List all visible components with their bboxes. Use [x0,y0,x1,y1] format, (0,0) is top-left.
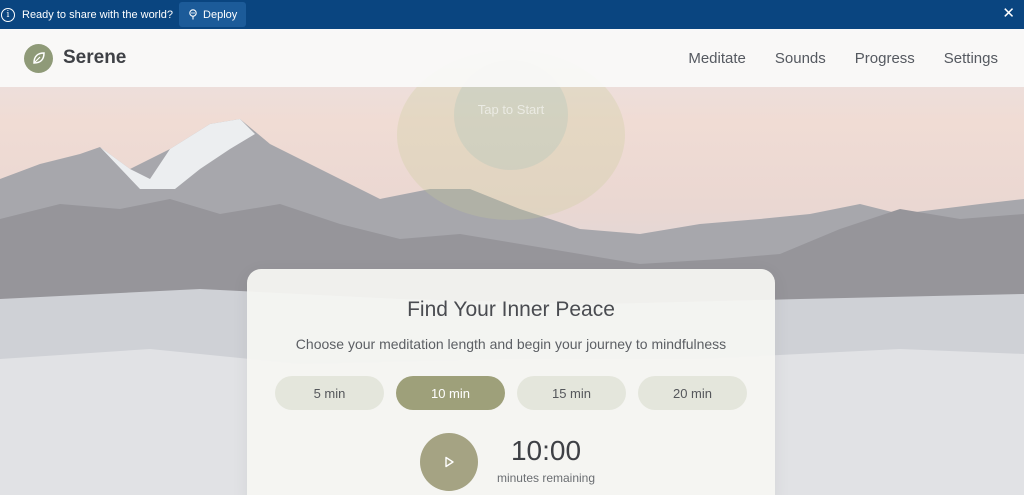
card-subtitle: Choose your meditation length and begin … [295,336,727,352]
meditation-card: Find Your Inner Peace Choose your medita… [247,269,775,495]
close-icon[interactable]: ✕ [1002,5,1015,23]
duration-10-button[interactable]: 10 min [396,376,505,410]
timer-display: 10:00 minutes remaining [492,435,600,485]
deploy-icon [189,9,197,20]
timer-label: minutes remaining [496,471,596,485]
app-header: Serene Meditate Sounds Progress Settings [0,29,1024,87]
info-icon: i [1,7,15,22]
play-icon [445,456,454,468]
banner-message: Ready to share with the world? [22,8,174,21]
main-nav: Meditate Sounds Progress Settings [688,29,998,87]
brand-name[interactable]: Serene [63,47,126,69]
duration-5-button[interactable]: 5 min [275,376,384,410]
card-title: Find Your Inner Peace [407,298,615,321]
nav-item-settings[interactable]: Settings [944,50,998,67]
deploy-banner: i Ready to share with the world? Deploy … [0,0,1024,29]
play-button[interactable] [420,433,478,491]
duration-20-button[interactable]: 20 min [638,376,747,410]
duration-options: 5 min 10 min 15 min 20 min [275,376,747,410]
timer-value: 10:00 [510,435,582,466]
deploy-button[interactable]: Deploy [179,2,247,27]
nav-item-sounds[interactable]: Sounds [775,50,826,67]
duration-15-button[interactable]: 15 min [517,376,626,410]
leaf-logo-icon[interactable] [24,43,53,73]
deploy-label: Deploy [203,8,238,21]
nav-item-meditate[interactable]: Meditate [688,50,746,67]
orb-label: Tap to Start [477,102,545,117]
nav-item-progress[interactable]: Progress [855,50,915,67]
